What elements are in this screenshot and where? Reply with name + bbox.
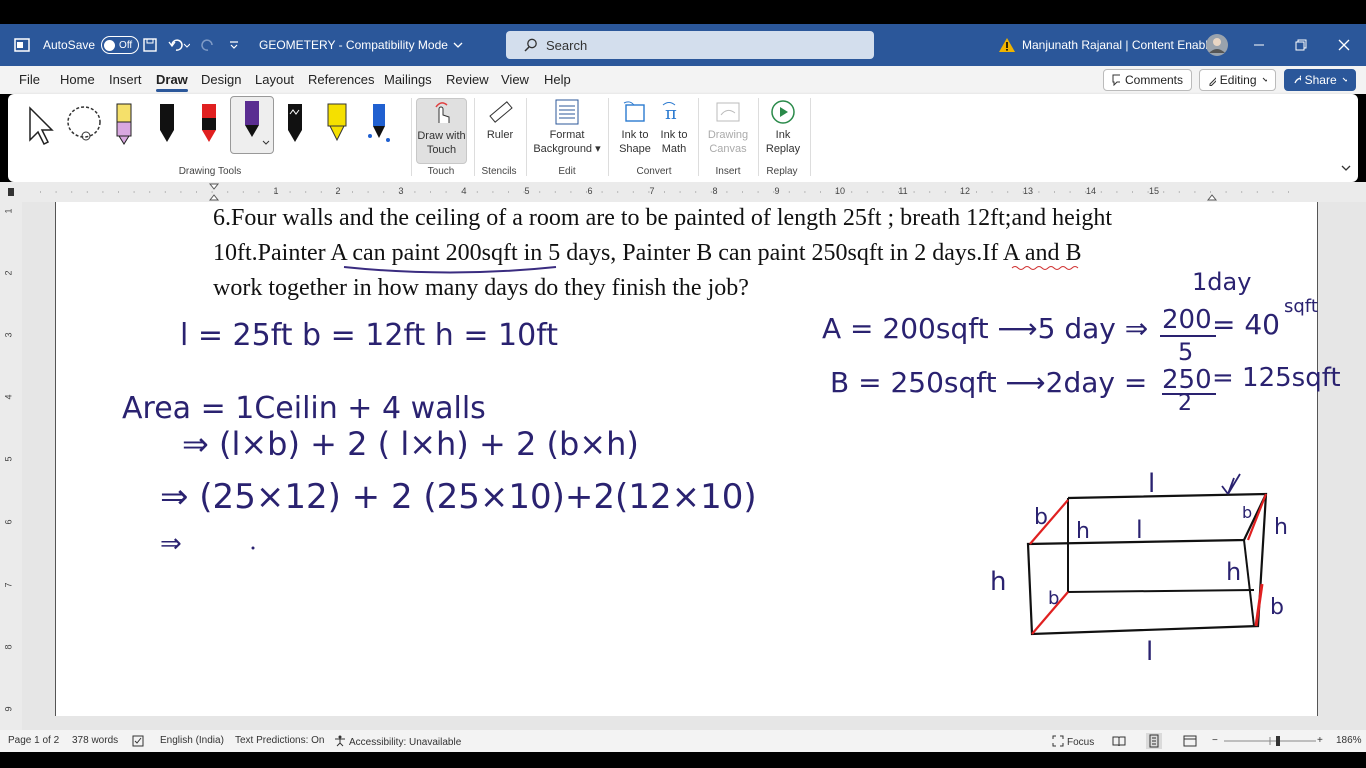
print-layout-icon[interactable]	[1146, 733, 1162, 752]
ink-dimensions: l = 25ft b = 12ft h = 10ft	[180, 318, 558, 353]
web-layout-icon[interactable]	[1183, 735, 1197, 750]
ink-a-unit: sqft	[1284, 296, 1318, 317]
accessibility-status[interactable]: Accessibility: Unavailable	[334, 735, 461, 748]
ink-step-2: ⇒ (25×12) + 2 (25×10)+2(12×10)	[160, 477, 757, 517]
ink-layer: l = 25ft b = 12ft h = 10ft Area = 1Ceili…	[122, 266, 1341, 667]
ink-underline	[343, 266, 557, 274]
screen: AutoSave Off GEOMETERY - Compatibility M…	[0, 0, 1366, 768]
box-label: h	[1274, 515, 1288, 540]
ink-a-rate: A = 200sqft ⟶5 day ⇒	[822, 312, 1148, 345]
ink-area-formula: Area = 1Ceilin + 4 walls	[122, 391, 486, 426]
ink-a-denominator: 5	[1178, 338, 1193, 366]
room-cuboid-diagram: l b h l b h h b h b l	[990, 469, 1288, 667]
box-label: h	[1076, 519, 1090, 544]
focus-icon	[1052, 735, 1064, 747]
box-label: b	[1048, 588, 1059, 609]
box-label: l	[1148, 469, 1155, 499]
status-bar: Page 1 of 2 378 words English (India) Te…	[0, 730, 1366, 752]
read-mode-icon[interactable]	[1112, 735, 1126, 750]
zoom-level[interactable]: 186%	[1336, 735, 1362, 746]
accessibility-label: Accessibility: Unavailable	[349, 737, 462, 748]
focus-label: Focus	[1067, 737, 1095, 748]
ink-dot	[251, 546, 255, 550]
box-label: b	[1034, 505, 1048, 530]
box-label: b	[1270, 595, 1284, 620]
ink-b-denominator: 2	[1178, 391, 1192, 416]
ink-a-result: = 40	[1212, 308, 1280, 341]
ink-step-3: ⇒	[160, 529, 182, 559]
focus-button[interactable]: Focus	[1052, 735, 1094, 748]
box-label: l	[1146, 637, 1153, 667]
spelling-squiggle	[1011, 266, 1079, 270]
word-count[interactable]: 378 words	[72, 735, 118, 746]
zoom-out-button[interactable]: −	[1212, 735, 1218, 746]
box-label: b	[1242, 503, 1252, 522]
box-label: h	[990, 567, 1006, 597]
box-label: l	[1136, 516, 1143, 544]
ink-b-rate: B = 250sqft ⟶2day =	[830, 366, 1147, 399]
ink-one-day: 1day	[1192, 268, 1251, 296]
box-label: h	[1226, 558, 1241, 586]
language[interactable]: English (India)	[160, 735, 224, 746]
text-predictions[interactable]: Text Predictions: On	[235, 735, 324, 746]
ink-b-result: = 125sqft	[1212, 363, 1341, 393]
ink-a-numerator: 200	[1162, 305, 1212, 335]
ink-step-1: ⇒ (l×b) + 2 ( l×h) + 2 (b×h)	[182, 425, 639, 463]
proofing-icon[interactable]	[132, 735, 146, 750]
page-count[interactable]: Page 1 of 2	[8, 735, 59, 746]
zoom-slider[interactable]	[1224, 736, 1316, 746]
accessibility-icon	[335, 735, 345, 747]
bottom-border	[0, 752, 1366, 768]
zoom-in-button[interactable]: +	[1317, 735, 1323, 746]
